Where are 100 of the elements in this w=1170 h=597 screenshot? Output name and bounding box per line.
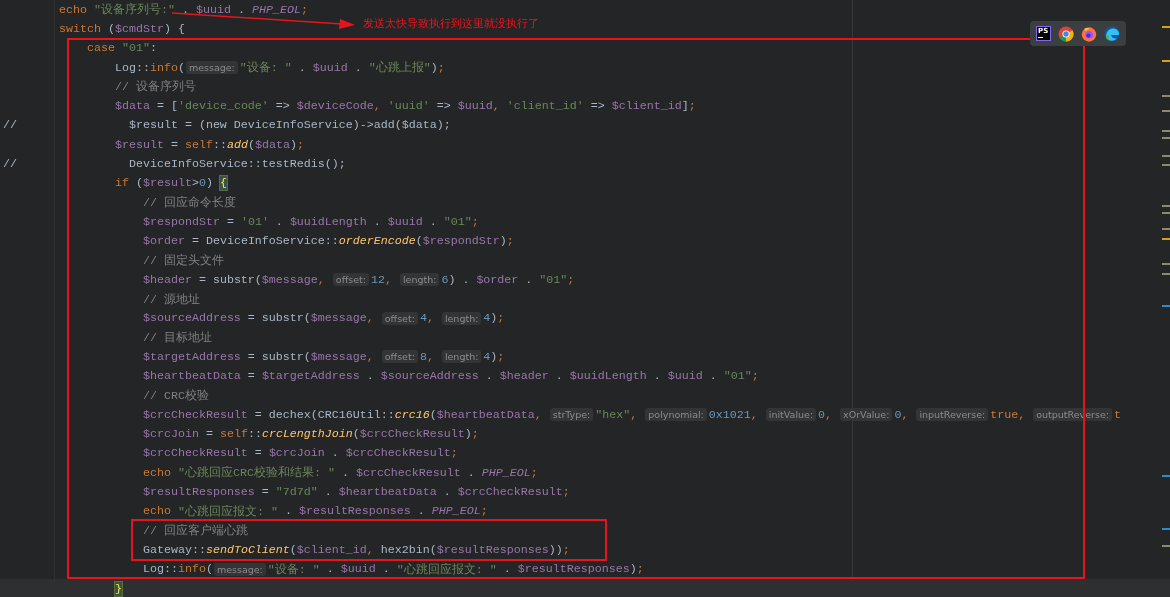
variable: $order (142, 234, 185, 249)
variable: $crcCheckResult (355, 465, 461, 480)
code-text: . (330, 446, 340, 461)
punctuation: ; (296, 137, 304, 152)
variable: $result (142, 176, 192, 191)
stripe-mark[interactable] (1162, 305, 1170, 307)
code-text: :: (212, 137, 227, 152)
browser-icon[interactable] (1104, 25, 1120, 42)
code-text: . (283, 504, 293, 519)
stripe-mark[interactable] (1162, 110, 1170, 112)
code-text: Log:: (142, 562, 178, 577)
parameter-hint: offset: (381, 350, 418, 364)
punctuation: ; (471, 427, 479, 442)
variable: $crcCheckResult (345, 446, 451, 461)
stripe-mark[interactable] (1162, 60, 1170, 62)
number-literal: 0 (818, 407, 826, 422)
variable: $deviceCode (296, 99, 374, 114)
variable: $targetAddress (142, 350, 241, 364)
code-text: . (652, 369, 662, 384)
code-text: . (236, 2, 246, 17)
code-text: . (428, 214, 438, 229)
code-comment: // 设备序列号 (114, 79, 196, 95)
punctuation: ; (471, 214, 479, 229)
browser-icon[interactable] (1081, 25, 1097, 42)
stripe-mark[interactable] (1162, 95, 1170, 97)
method-name: orderEncode (338, 234, 416, 249)
code-text: . (353, 60, 363, 75)
code-text: = [ (155, 99, 178, 114)
stripe-mark[interactable] (1162, 26, 1170, 28)
code-text: . (708, 369, 718, 384)
variable: $resultResponses (142, 485, 255, 500)
code-text: = (246, 369, 256, 384)
string-literal: "心跳上报" (368, 60, 431, 76)
punctuation: ; (530, 465, 538, 480)
code-text: ) (289, 137, 297, 152)
stripe-mark[interactable] (1162, 545, 1170, 547)
stripe-mark[interactable] (1162, 475, 1170, 477)
variable: $data (254, 137, 290, 152)
method-name: crc16 (394, 407, 430, 422)
punctuation: ; (497, 350, 505, 364)
parameter-hint: length: (399, 273, 440, 287)
variable: $crcCheckResult (142, 407, 248, 422)
variable: $message (261, 272, 318, 287)
code-text: ( (289, 542, 297, 557)
stripe-mark[interactable] (1162, 528, 1170, 530)
punctuation: , (750, 407, 759, 422)
parameter-hint: offset: (332, 273, 369, 287)
string-literal: "7d7d" (275, 485, 318, 500)
code-text: . (381, 562, 391, 577)
code-text: . (442, 485, 452, 500)
code-text: ( (247, 137, 255, 152)
code-text: $result = (new DeviceInfoService)->add($data); (128, 118, 451, 133)
keyword: switch (59, 21, 102, 36)
browser-icon[interactable] (1058, 25, 1074, 42)
variable: $header (499, 369, 549, 384)
string-literal: "hex" (595, 407, 631, 422)
code-comment: // 目标地址 (142, 330, 212, 346)
punctuation: , (373, 99, 382, 114)
code-text: . (323, 485, 333, 500)
variable: $resultResponses (298, 504, 411, 519)
code-text: = (253, 446, 263, 461)
punctuation: ; (562, 542, 570, 557)
number-literal: 6 (441, 272, 449, 287)
punctuation: ; (480, 504, 488, 519)
punctuation: , (366, 311, 375, 326)
string-literal: "心跳回应报文: " (177, 503, 278, 519)
code-text: = (225, 214, 235, 229)
punctuation: , (1018, 407, 1027, 422)
keyword: t (1113, 407, 1121, 422)
variable: $result (114, 137, 164, 152)
code-text: ( (352, 427, 360, 442)
code-text: hex2bin( (380, 542, 437, 557)
variable: $uuid (457, 99, 493, 114)
punctuation: ; (567, 272, 575, 287)
punctuation: , (825, 407, 834, 422)
variable: $targetAddress (261, 369, 360, 384)
variable: $cmdStr (114, 21, 164, 36)
string-literal: "01" (121, 41, 150, 56)
code-text: . (365, 369, 375, 384)
variable: $respondStr (422, 234, 500, 249)
code-text: . (466, 465, 476, 480)
constant: PHP_EOL (481, 465, 531, 480)
method-name: info (149, 60, 178, 75)
comment-marker: // (3, 118, 17, 133)
code-text: ( (177, 60, 185, 75)
variable: $crcCheckResult (457, 485, 563, 500)
code-text: ) { (163, 21, 185, 36)
code-text: = substr( (246, 350, 311, 364)
string-literal: "01" (443, 214, 472, 229)
keyword: case (86, 41, 116, 56)
constant: PHP_EOL (251, 2, 301, 17)
parameter-hint: initValue: (765, 408, 817, 422)
punctuation: ; (751, 369, 759, 384)
variable: $client_id (611, 99, 682, 114)
code-text: ) (490, 350, 498, 364)
variable: $sourceAddress (142, 311, 241, 326)
parameter-hint: message: (213, 562, 266, 576)
code-text: . (340, 465, 350, 480)
string-literal: "心跳回应CRC校验和结果: " (177, 465, 335, 481)
code-text: Gateway:: (142, 542, 206, 557)
